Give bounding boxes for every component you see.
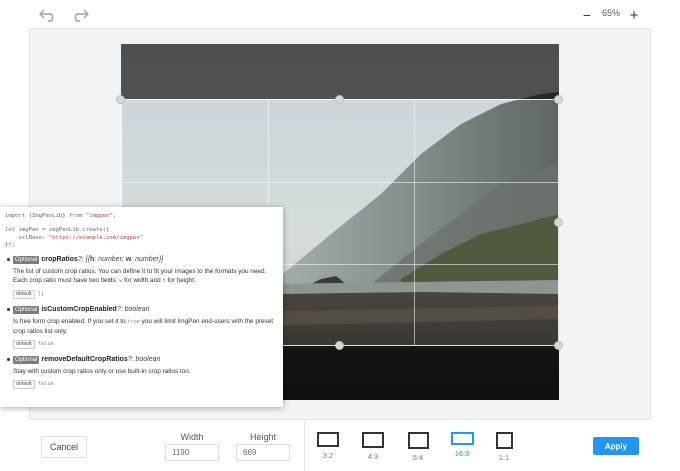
grid-line-vertical [414, 100, 415, 345]
prop-description: Is free form crop enabled. If you set it… [13, 317, 278, 336]
ratio-3-2-icon [317, 432, 339, 447]
type-text: : number [131, 256, 159, 264]
ratio-4-3-icon [362, 432, 384, 448]
ratio-16-9[interactable]: 16:9 [449, 432, 475, 458]
code-text: import {ImgPenLib} from [5, 213, 86, 219]
crop-handle-bottom-right[interactable] [554, 341, 563, 350]
divider [304, 420, 305, 471]
height-input[interactable]: 669 [236, 444, 290, 461]
prop-type: ?: [{h: number; w: number}] [78, 256, 163, 263]
default-row: default false [13, 340, 278, 350]
prop-remove-default-crop-ratios: Optional removeDefaultCropRatios?: boolea… [5, 355, 278, 390]
default-label: default [13, 340, 35, 350]
type-text: }] [158, 256, 164, 264]
optional-badge: Optional [13, 356, 40, 365]
bullet-icon [7, 308, 10, 312]
code-string: "https://example.com/imgpen" [48, 234, 144, 241]
bullet-icon [7, 258, 10, 262]
docs-overlay: import {ImgPenLib} from "imgpen"; let im… [0, 207, 283, 407]
ratio-5-4-icon [407, 432, 429, 449]
ratio-label: 3:2 [322, 451, 334, 460]
width-input[interactable]: 1190 [165, 444, 219, 461]
top-toolbar: − 65% + [29, 0, 651, 29]
default-label: default [13, 290, 35, 300]
bottom-bar: Cancel Width 1190 Height 669 3:2 4:3 5:4… [29, 419, 651, 471]
prop-description: Stay with custom crop ratios only or use… [13, 368, 191, 376]
code-text: let imgPen = imgPenLib.create({ [5, 227, 110, 234]
ratio-16-9-icon [450, 432, 474, 445]
width-label: Width [180, 432, 204, 442]
ratio-4-3[interactable]: 4:3 [360, 432, 386, 461]
crop-handle-top-right[interactable] [554, 95, 563, 104]
optional-badge: Optional [13, 306, 40, 315]
crop-handle-top-left[interactable] [116, 95, 125, 104]
type-text: : number; [94, 256, 126, 264]
code-text: urlBase: [5, 234, 49, 241]
apply-button[interactable]: Apply [593, 437, 639, 455]
code-string: "imgpen" [85, 213, 113, 219]
height-label: Height [249, 432, 276, 442]
crop-shade-top [121, 44, 559, 99]
code-text: ; [112, 213, 117, 219]
default-value: false [37, 341, 54, 348]
ratio-1-1-icon [495, 432, 513, 449]
crop-handle-bottom[interactable] [335, 341, 344, 350]
ratio-label: 5:4 [412, 453, 424, 462]
undo-icon[interactable] [35, 4, 61, 26]
desc-text: Is free form crop enabled. If you set it… [13, 318, 128, 326]
code-text: }); [5, 241, 16, 248]
desc-text: for height. [165, 277, 196, 285]
ratio-1-1[interactable]: 1:1 [491, 432, 517, 462]
desc-text: for width and [122, 277, 163, 285]
default-value: [] [37, 291, 45, 298]
ratio-label: 1:1 [498, 453, 510, 462]
crop-handle-top[interactable] [335, 95, 344, 104]
prop-name: removeDefaultCropRatios [41, 356, 128, 364]
prop-header: Optional cropRatios?: [{h: number; w: num… [13, 255, 278, 265]
plus-icon: + [629, 6, 639, 24]
code-snippet: import {ImgPenLib} from "imgpen"; let im… [5, 213, 278, 249]
minus-icon: − [582, 7, 592, 23]
ratio-label: 4:3 [367, 452, 379, 461]
prop-is-custom-crop-enabled: Optional isCustomCropEnabled?: boolean Is… [5, 305, 278, 350]
default-label: default [13, 380, 35, 390]
prop-type: ?: boolean [127, 356, 161, 364]
type-text: ?: [{ [77, 256, 90, 264]
inline-code: true [127, 319, 140, 326]
grid-line-horizontal [122, 182, 558, 183]
default-row: default false [13, 380, 278, 390]
ratio-3-2[interactable]: 3:2 [315, 432, 341, 460]
prop-header: Optional removeDefaultCropRatios?: boolea… [13, 355, 278, 365]
crop-handle-right[interactable] [554, 218, 563, 227]
ratio-5-4[interactable]: 5:4 [405, 432, 431, 462]
prop-description: The list of custom crop ratios. You can … [13, 267, 278, 286]
prop-header: Optional isCustomCropEnabled?: boolean [13, 305, 278, 315]
default-row: default[] [13, 290, 278, 300]
zoom-in-button[interactable]: + [621, 4, 647, 26]
cancel-button[interactable]: Cancel [41, 436, 87, 458]
default-value: false [37, 381, 54, 388]
ratio-label: 16:9 [454, 449, 470, 458]
redo-icon[interactable] [67, 4, 93, 26]
optional-badge: Optional [13, 256, 40, 265]
prop-name: cropRatios [41, 256, 78, 264]
prop-crop-ratios: Optional cropRatios?: [{h: number; w: num… [5, 255, 278, 300]
bullet-icon [7, 358, 10, 362]
prop-type: ?: boolean [116, 306, 150, 314]
prop-name: isCustomCropEnabled [41, 306, 117, 314]
